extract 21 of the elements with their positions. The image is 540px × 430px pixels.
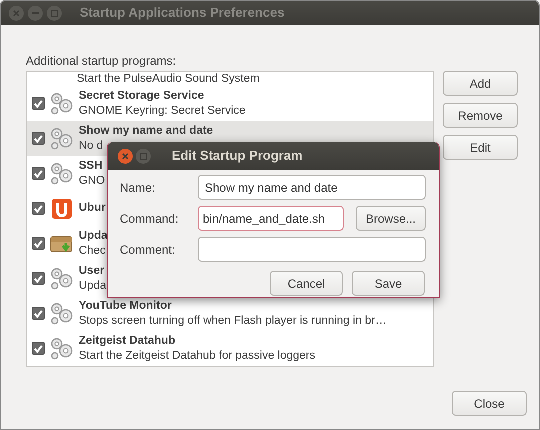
program-description: Stops screen turning off when Flash player is running in br…: [79, 314, 387, 328]
program-name: Upda: [79, 228, 108, 244]
program-name: YouTube Monitor: [79, 298, 172, 314]
program-description: Start the PulseAudio Sound System: [77, 72, 260, 86]
section-label: Additional startup programs:: [26, 53, 178, 70]
program-name: SSH: [79, 158, 103, 174]
program-name: User: [79, 264, 105, 278]
program-name: Show my name and date: [79, 124, 214, 138]
program-description: Start the Zeitgeist Datahub for passive loggers: [79, 348, 316, 364]
program-name: Zeitgeist Datahub: [79, 334, 176, 348]
program-description: Upda: [79, 278, 106, 294]
field-label: Name:: [120, 180, 156, 196]
window-title: Startup Applications Preferences: [80, 4, 285, 22]
program-description: No d: [79, 138, 104, 154]
program-description: GNO: [79, 174, 106, 188]
field-label: Command:: [120, 210, 180, 228]
program-description: Chec: [79, 244, 106, 258]
program-description: GNOME Keyring: Secret Service: [79, 104, 246, 118]
field-label: Comment:: [120, 242, 176, 258]
program-name: Secret Storage Service: [79, 88, 204, 104]
program-name: Ubur: [79, 201, 106, 216]
